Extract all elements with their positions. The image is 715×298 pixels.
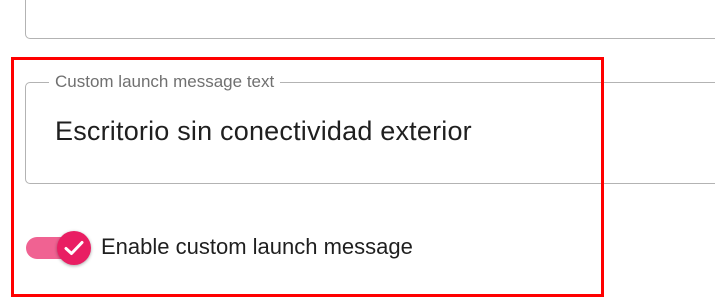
previous-text-field[interactable] — [25, 0, 715, 39]
highlight-annotation — [11, 57, 604, 297]
launch-message-settings: Custom launch message text Escritorio si… — [0, 0, 715, 298]
